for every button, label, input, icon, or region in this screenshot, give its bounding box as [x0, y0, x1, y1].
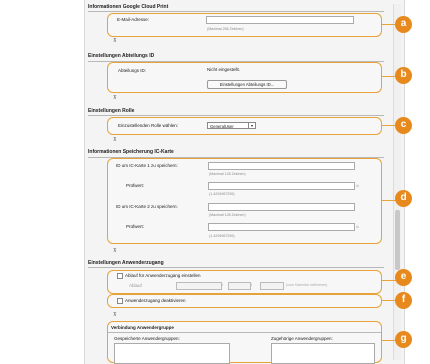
date-hint: (vom Kalender definieren) [286, 283, 328, 287]
ic-id1-hint: (Maximal 128 Zeichen) [209, 172, 246, 176]
ic-card-box: ID um IC-Karte 1 zu speichern: (Maximal … [107, 158, 382, 244]
email-field[interactable] [206, 16, 354, 24]
callout-line-c [381, 125, 396, 126]
collapse-icon[interactable]: ⊼ [113, 248, 117, 254]
ic-id1-label: ID um IC-Karte 1 zu speichern: [116, 163, 178, 168]
callout-badge-a: a [395, 16, 412, 33]
ic-check2-hint: (1-4294967295) [209, 234, 235, 238]
email-label: E-Mail-Adresse: [117, 17, 150, 22]
role-select-value: GeneralUser [210, 124, 234, 129]
date-separator: / [222, 283, 223, 287]
ic-id2-field[interactable] [208, 203, 355, 211]
date-separator: / [251, 283, 252, 287]
member-groups-list[interactable] [271, 343, 375, 364]
registered-groups-label: Gespeicherte Anwendergruppen: [114, 336, 180, 341]
divider [88, 11, 384, 12]
expiry-label: Ablauf für Anwenderzugang einstellen [125, 273, 201, 278]
callout-line-f [381, 300, 396, 301]
callout-badge-d: d [395, 190, 412, 207]
ic-check2-label: Prüfwert: [126, 224, 145, 229]
callout-badge-g: g [395, 331, 412, 348]
disable-checkbox[interactable] [117, 298, 123, 304]
chevron-down-icon[interactable]: ▾ [248, 123, 255, 128]
role-select[interactable]: GeneralUser ▾ [207, 122, 256, 129]
ic-id2-hint: (Maximal 128 Zeichen) [209, 213, 246, 217]
registered-groups-list[interactable] [114, 343, 230, 364]
collapse-icon[interactable]: ⊼ [113, 95, 117, 101]
callout-badge-e: e [395, 269, 412, 286]
access-section-title: Einstellungen Anwenderzugang [88, 260, 164, 266]
expiry-checkbox[interactable] [117, 273, 123, 279]
user-group-box: Verbindung Anwendergruppe Gespeicherte A… [107, 321, 382, 364]
group-section-title: Verbindung Anwendergruppe [111, 325, 174, 330]
member-groups-label: Zugehörige Anwendergruppen: [271, 336, 333, 341]
google-section-title: Informationen Google Cloud Print [88, 4, 169, 10]
dept-id-value: Nicht eingestellt. [207, 67, 241, 72]
info-icon: ⊙ [356, 225, 360, 229]
expiry-day-field[interactable] [260, 282, 284, 290]
ic-check1-label: Prüfwert: [126, 183, 145, 188]
callout-line-g [381, 340, 396, 341]
divider [108, 332, 381, 333]
expiry-year-field[interactable] [176, 282, 222, 290]
dept-id-label: Abteilungs ID: [118, 68, 147, 73]
callout-badge-b: b [395, 67, 412, 84]
callout-badge-f: f [395, 292, 412, 309]
callout-badge-c: c [395, 117, 412, 134]
role-section-title: Einstellungen Rolle [88, 108, 135, 114]
callout-line-a [381, 24, 396, 25]
google-email-box: E-Mail-Adresse: (Maximal 256 Zeichen) [107, 13, 382, 37]
divider [88, 115, 384, 116]
dept-section-title: Einstellungen Abteilungs ID [88, 53, 155, 59]
ic-check1-hint: (1-4294967295) [209, 192, 235, 196]
ic-id2-label: ID um IC-Karte 2 zu speichern: [116, 204, 178, 209]
dept-id-settings-button[interactable]: Einstellungen Abteilungs ID... [207, 80, 287, 89]
divider [88, 267, 384, 268]
expiry-sub-label: Ablauf [129, 283, 142, 288]
ic-section-title: Informationen Speicherung IC-Karte [88, 149, 174, 155]
info-icon: ⊙ [356, 184, 360, 188]
dept-id-box: Abteilungs ID: Nicht eingestellt. Einste… [107, 62, 382, 93]
collapse-icon[interactable]: ⊼ [113, 312, 117, 318]
email-hint: (Maximal 256 Zeichen) [207, 27, 244, 31]
collapse-icon[interactable]: ⊼ [113, 137, 117, 143]
disable-label: Anwenderzugang deaktivieren [125, 298, 186, 303]
ic-check1-field[interactable] [208, 182, 355, 190]
ic-id1-field[interactable] [208, 162, 355, 170]
access-disable-box: Anwenderzugang deaktivieren [107, 294, 382, 308]
callout-line-d [381, 200, 396, 201]
collapse-icon[interactable]: ⊼ [113, 38, 117, 44]
expiry-month-field[interactable] [228, 282, 251, 290]
ic-check2-field[interactable] [208, 223, 355, 231]
role-box: Einzustellenden Rolle wählen: GeneralUse… [107, 117, 382, 135]
callout-line-e [381, 280, 396, 281]
role-label: Einzustellenden Rolle wählen: [118, 123, 179, 128]
callout-line-b [381, 76, 396, 77]
access-expiry-box: Ablauf für Anwenderzugang einstellen Abl… [107, 270, 382, 294]
scrollbar-thumb[interactable] [395, 210, 400, 270]
